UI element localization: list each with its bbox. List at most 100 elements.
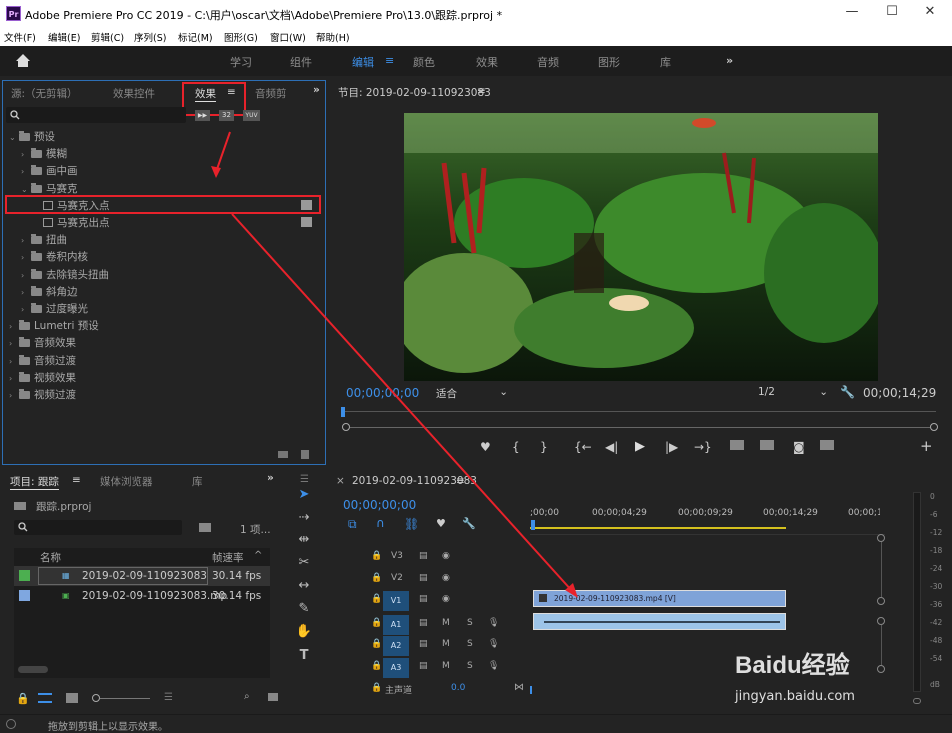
timeline-settings-icon[interactable]: 🔧 xyxy=(462,517,476,530)
compare-icon[interactable] xyxy=(820,440,834,450)
time-ruler[interactable]: ;00;00 00;00;04;29 00;00;09;29 00;00;14;… xyxy=(530,508,880,524)
chevron-right-icon[interactable]: › xyxy=(21,288,31,297)
column-name[interactable]: 名称 xyxy=(40,550,61,565)
menu-file[interactable]: 文件(F) xyxy=(4,30,36,44)
chevron-right-icon[interactable]: › xyxy=(21,271,31,280)
work-area-bar[interactable] xyxy=(530,527,786,529)
project-menu-icon[interactable]: ≡ xyxy=(72,474,81,486)
slip-tool-icon[interactable]: ↔ xyxy=(293,576,315,596)
video-clip[interactable]: 2019-02-09-110923083.mp4 [V] xyxy=(533,590,786,607)
eye-icon[interactable]: ◉ xyxy=(442,594,450,604)
project-row[interactable]: ▣ 2019-02-09-110923083.mp 30.14 fps xyxy=(14,586,270,606)
mute-button[interactable]: M xyxy=(442,618,450,628)
sort-menu-icon[interactable]: ☰ xyxy=(164,692,173,703)
step-forward-icon[interactable]: |▶ xyxy=(665,440,678,454)
workspace-editing[interactable]: 编辑 xyxy=(352,54,374,70)
new-bin-icon[interactable] xyxy=(268,693,278,701)
razor-tool-icon[interactable]: ✂ xyxy=(293,553,315,573)
project-search-input[interactable] xyxy=(14,520,182,535)
vertical-scrollbar[interactable] xyxy=(881,542,882,597)
eye-icon[interactable]: ◉ xyxy=(442,573,450,583)
menu-edit[interactable]: 编辑(E) xyxy=(48,30,80,44)
track-target-a2[interactable]: A2 xyxy=(383,636,409,656)
label-color-swatch[interactable] xyxy=(19,570,30,581)
mute-button[interactable]: M xyxy=(442,661,450,671)
tree-item[interactable]: › 音频过渡 xyxy=(9,353,76,368)
tree-item[interactable]: 马赛克出点 xyxy=(33,215,312,230)
lock-icon[interactable]: 🔒 xyxy=(371,551,382,561)
vertical-zoom-handle[interactable] xyxy=(877,597,885,605)
horizontal-scroll-start[interactable] xyxy=(530,686,532,694)
tab-project[interactable]: 项目: 跟踪 xyxy=(10,474,59,490)
ripple-edit-tool-icon[interactable]: ⇹ xyxy=(293,530,315,550)
tab-libraries[interactable]: 库 xyxy=(192,474,203,489)
lock-icon[interactable]: 🔒 xyxy=(371,661,382,671)
mute-button[interactable]: M xyxy=(442,639,450,649)
chevron-down-icon[interactable]: ⌄ xyxy=(9,133,19,142)
horizontal-scrollbar[interactable] xyxy=(18,666,48,673)
tree-item[interactable]: › Lumetri 预设 xyxy=(9,318,99,333)
workspace-graphics[interactable]: 图形 xyxy=(598,54,620,70)
fit-dropdown[interactable]: 适合 ⌄ xyxy=(436,386,508,400)
overwrite-icon[interactable] xyxy=(760,440,774,450)
solo-button[interactable]: S xyxy=(467,661,473,671)
delete-icon[interactable] xyxy=(301,450,309,459)
zoom-slider[interactable] xyxy=(100,698,150,699)
track-target-a3[interactable]: A3 xyxy=(383,658,409,678)
track-target-a1[interactable]: A1 xyxy=(383,615,409,635)
workspace-libraries[interactable]: 库 xyxy=(660,54,671,70)
timeline-playhead[interactable] xyxy=(531,520,535,530)
add-marker-icon[interactable]: ♥ xyxy=(480,440,491,454)
program-scrubber[interactable] xyxy=(342,411,936,412)
sync-lock-icon[interactable]: ▤ xyxy=(419,551,428,561)
menu-window[interactable]: 窗口(W) xyxy=(270,30,306,44)
mark-out-icon[interactable]: } xyxy=(540,440,548,454)
menu-sequence[interactable]: 序列(S) xyxy=(134,30,166,44)
workspace-effects[interactable]: 效果 xyxy=(476,54,498,70)
chevron-right-icon[interactable]: › xyxy=(21,150,31,159)
workspace-assembly[interactable]: 组件 xyxy=(290,54,312,70)
lock-icon[interactable]: 🔒 xyxy=(16,692,30,705)
sync-lock-icon[interactable]: ▤ xyxy=(419,618,428,628)
track-select-tool-icon[interactable]: ⇢ xyxy=(293,508,315,528)
program-menu-icon[interactable]: ≡ xyxy=(477,85,486,97)
tab-media-browser[interactable]: 媒体浏览器 xyxy=(100,474,153,489)
chevron-right-icon[interactable]: › xyxy=(21,236,31,245)
chevron-down-icon[interactable]: ⌄ xyxy=(21,185,31,194)
panel-overflow-icon[interactable]: » xyxy=(313,84,320,96)
32bit-effects-icon[interactable]: 32 xyxy=(219,110,234,121)
close-sequence-icon[interactable]: × xyxy=(336,475,345,487)
microphone-icon[interactable]: 🎙 xyxy=(488,618,499,628)
menu-graphics[interactable]: 图形(G) xyxy=(224,30,258,44)
sync-lock-icon[interactable]: ▤ xyxy=(419,594,428,604)
solo-button[interactable]: S xyxy=(467,639,473,649)
step-back-icon[interactable]: ◀| xyxy=(605,440,618,454)
effects-search-input[interactable] xyxy=(6,107,186,123)
minimize-button[interactable]: — xyxy=(830,4,874,24)
tree-item[interactable]: › 视频效果 xyxy=(9,370,76,385)
playhead[interactable] xyxy=(341,407,345,417)
snap-icon[interactable]: ∩ xyxy=(376,516,385,530)
track-target-v1[interactable]: V1 xyxy=(383,591,409,611)
chevron-right-icon[interactable]: › xyxy=(9,339,19,348)
audio-clip[interactable] xyxy=(533,613,786,630)
list-view-icon[interactable] xyxy=(38,693,52,703)
tab-menu-icon[interactable]: ≡ xyxy=(227,86,236,98)
linked-selection-icon[interactable]: ⛓ xyxy=(404,517,419,531)
new-bin-icon[interactable] xyxy=(278,451,288,458)
master-volume[interactable]: 0.0 xyxy=(451,683,465,693)
go-to-out-icon[interactable]: →} xyxy=(694,440,712,454)
zoom-left-handle[interactable] xyxy=(342,423,350,431)
insert-icon[interactable] xyxy=(730,440,744,450)
workspace-learn[interactable]: 学习 xyxy=(230,54,252,70)
add-marker-icon[interactable]: ♥ xyxy=(436,517,446,530)
selection-tool-icon[interactable]: ➤ xyxy=(293,485,315,505)
tree-item[interactable]: ⌄ 马赛克 xyxy=(21,181,78,196)
chevron-right-icon[interactable]: › xyxy=(21,305,31,314)
chevron-right-icon[interactable]: › xyxy=(21,167,31,176)
chevron-right-icon[interactable]: › xyxy=(9,391,19,400)
sync-lock-icon[interactable]: ▤ xyxy=(419,573,428,583)
project-row[interactable]: ▦ 2019-02-09-110923083 30.14 fps xyxy=(14,566,270,586)
lock-icon[interactable]: 🔒 xyxy=(371,573,382,583)
tab-source[interactable]: 源:（无剪辑） xyxy=(11,86,78,101)
